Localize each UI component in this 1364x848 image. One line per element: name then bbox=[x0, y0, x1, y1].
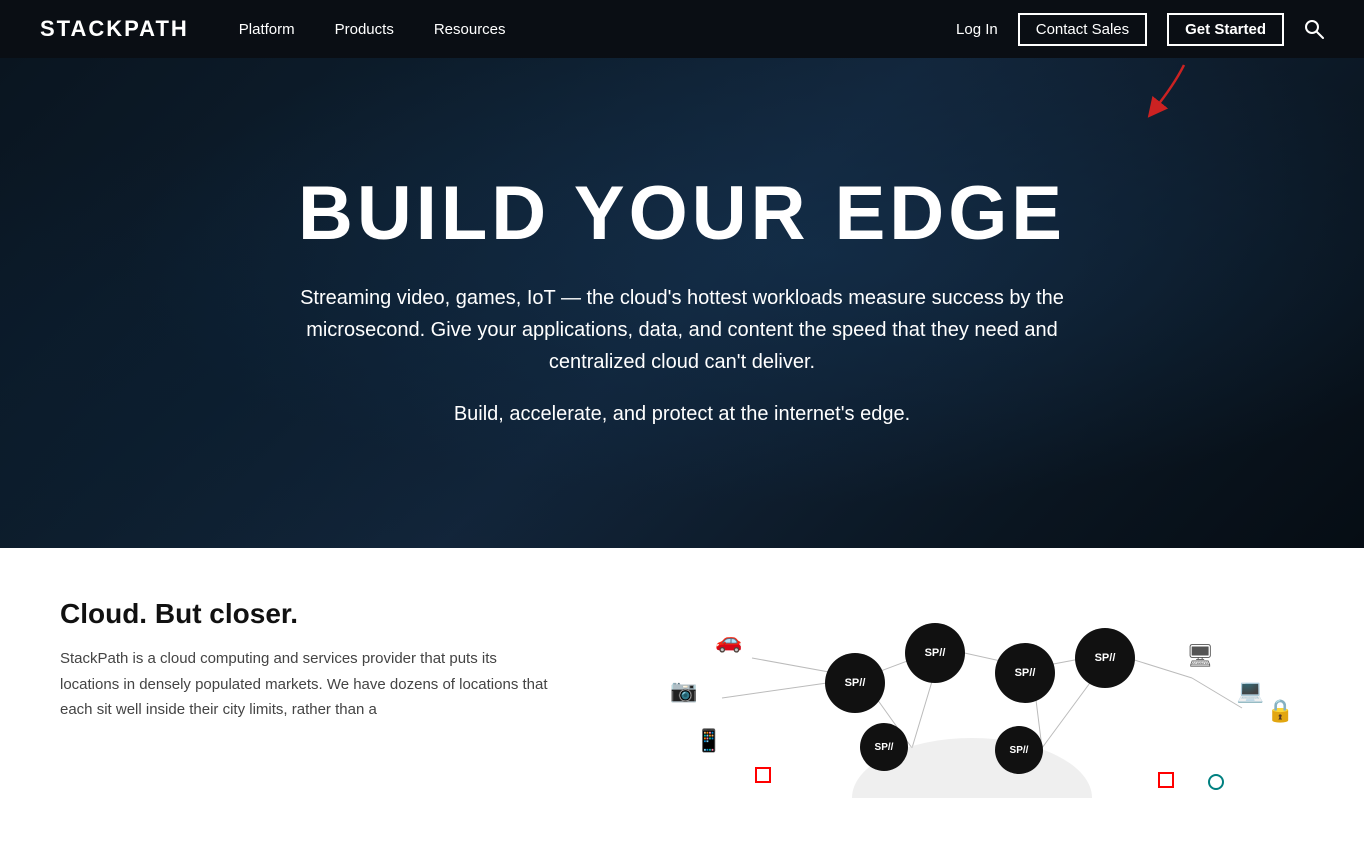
bottom-text: StackPath is a cloud computing and servi… bbox=[60, 646, 560, 723]
teal-circle-icon bbox=[1208, 774, 1224, 790]
sp-node-2: SP// bbox=[905, 623, 965, 683]
bottom-section: Cloud. But closer. StackPath is a cloud … bbox=[0, 548, 1364, 848]
navbar-right: Log In Contact Sales Get Started bbox=[956, 13, 1324, 46]
laptop-icon: 💻 bbox=[1237, 678, 1264, 704]
nav-links: Platform Products Resources bbox=[239, 21, 506, 38]
nav-products[interactable]: Products bbox=[335, 21, 394, 38]
tablet-icon: 📱 bbox=[695, 728, 722, 754]
nav-platform[interactable]: Platform bbox=[239, 21, 295, 38]
camera-icon: 📷 bbox=[670, 678, 697, 704]
login-button[interactable]: Log In bbox=[956, 21, 998, 38]
sp-node-1: SP// bbox=[825, 653, 885, 713]
logo[interactable]: STACKPATH bbox=[40, 16, 189, 42]
search-icon bbox=[1304, 19, 1324, 39]
red-square-icon-2 bbox=[1158, 772, 1174, 788]
network-diagram-container: 🚗 📷 📱 🖥 💻 🔒 SP// SP// SP// bbox=[640, 598, 1304, 798]
hero-title: BUILD YOUR EDGE bbox=[272, 176, 1092, 252]
hero-content: BUILD YOUR EDGE Streaming video, games, … bbox=[232, 176, 1132, 430]
monitor-icon: 🖥 bbox=[1186, 643, 1214, 669]
navbar-left: STACKPATH Platform Products Resources bbox=[40, 16, 506, 42]
red-square-icon bbox=[755, 767, 771, 783]
sp-node-6: SP// bbox=[995, 726, 1043, 774]
search-button[interactable] bbox=[1304, 19, 1324, 39]
red-arrow-icon bbox=[1124, 55, 1204, 135]
hero-subtitle: Streaming video, games, IoT — the cloud'… bbox=[272, 282, 1092, 378]
get-started-button[interactable]: Get Started bbox=[1167, 13, 1284, 46]
hero-tagline: Build, accelerate, and protect at the in… bbox=[272, 398, 1092, 430]
bottom-left: Cloud. But closer. StackPath is a cloud … bbox=[60, 598, 560, 723]
nav-resources[interactable]: Resources bbox=[434, 21, 506, 38]
sp-node-3: SP// bbox=[995, 643, 1055, 703]
navbar: STACKPATH Platform Products Resources Lo… bbox=[0, 0, 1364, 58]
sp-node-4: SP// bbox=[1075, 628, 1135, 688]
bottom-title: Cloud. But closer. bbox=[60, 598, 560, 630]
car-icon: 🚗 bbox=[715, 628, 742, 654]
sp-node-5: SP// bbox=[860, 723, 908, 771]
arrow-annotation bbox=[1124, 55, 1204, 140]
lock-icon: 🔒 bbox=[1267, 698, 1294, 724]
contact-sales-button[interactable]: Contact Sales bbox=[1018, 13, 1147, 46]
network-diagram: 🚗 📷 📱 🖥 💻 🔒 SP// SP// SP// bbox=[640, 598, 1304, 798]
